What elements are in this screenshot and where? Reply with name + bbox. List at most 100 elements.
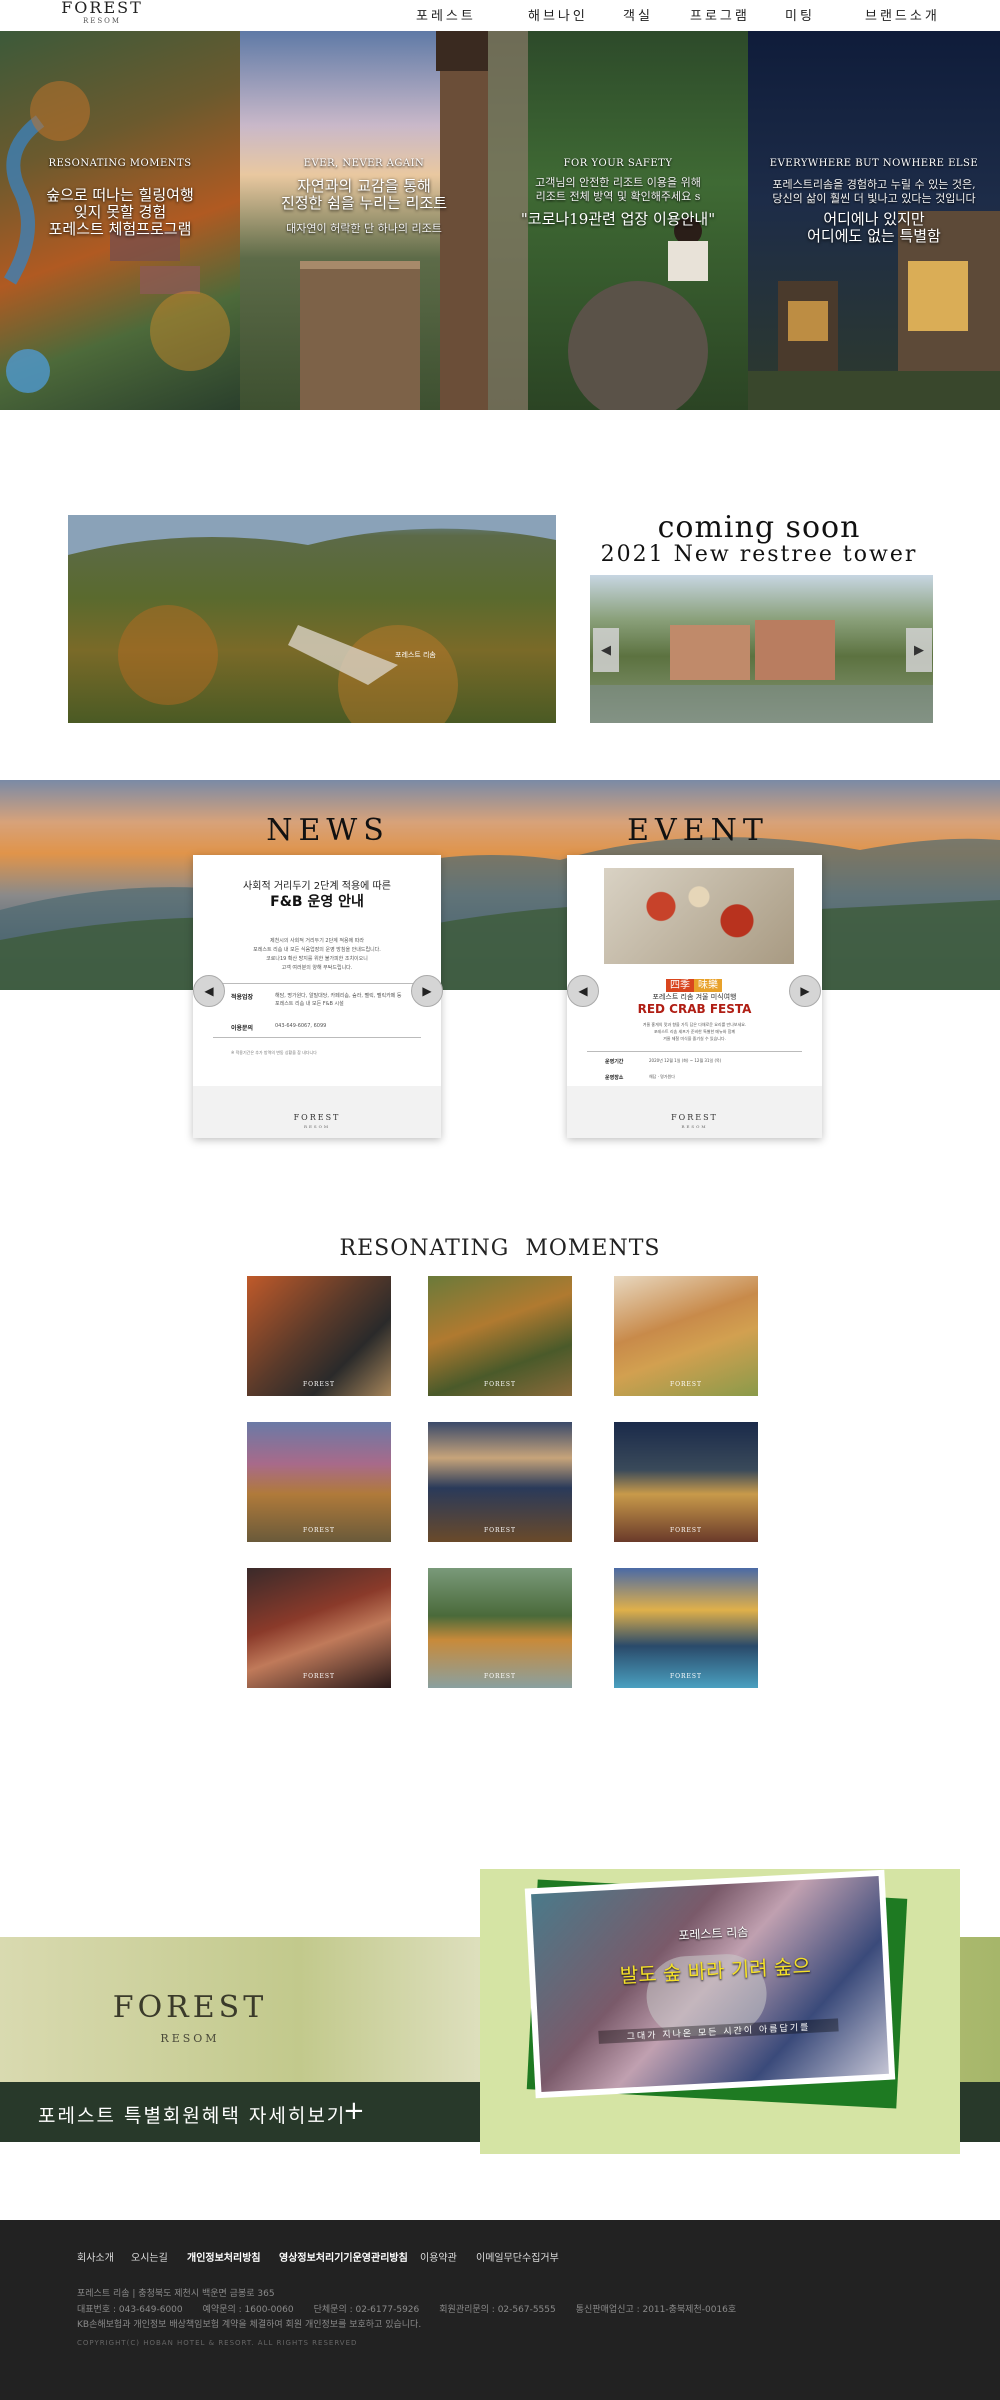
- news-card-divider-2: [213, 1037, 421, 1038]
- footer-link-directions[interactable]: 오시는길: [131, 2249, 168, 2264]
- moment-thumb-label: FOREST: [483, 1527, 517, 1534]
- plus-icon[interactable]: +: [343, 2096, 365, 2126]
- moment-thumb-5[interactable]: FOREST: [428, 1422, 572, 1542]
- nav-brand[interactable]: 브랜드소개: [865, 5, 940, 24]
- event-badge-right: 味樂: [694, 979, 722, 992]
- logo-subtext: RESOM: [82, 17, 122, 25]
- event-card[interactable]: 四季 味樂 포레스트 리솜 겨울 미식여행 RED CRAB FESTA 겨울 홍…: [567, 855, 822, 1138]
- new-tower-image[interactable]: [590, 575, 933, 723]
- moment-thumb-8[interactable]: FOREST: [428, 1568, 572, 1688]
- event-card-logo-sub: RESOM: [681, 1124, 708, 1129]
- moment-thumb-label: FOREST: [669, 1673, 703, 1680]
- hero-3-sub: 고객님의 안전한 리조트 이용을 위해 리조트 전체 방역 및 확인해주세요 s: [535, 176, 701, 203]
- site-logo[interactable]: FOREST RESOM: [60, 0, 144, 26]
- nav-rooms[interactable]: 객실: [623, 5, 653, 24]
- moment-thumb-7[interactable]: FOREST: [247, 1568, 391, 1688]
- moment-thumb-6[interactable]: FOREST: [614, 1422, 758, 1542]
- news-card-title: F&B 운영 안내: [270, 894, 364, 910]
- event-card-divider: [587, 1051, 802, 1052]
- event-card-footer: [567, 1086, 822, 1138]
- event-badge: 四季 味樂: [629, 973, 759, 992]
- member-cta-text[interactable]: 포레스트 특별회원혜택 자세히보기: [38, 2101, 346, 2128]
- nav-programs[interactable]: 프로그램: [690, 5, 750, 24]
- news-card-logo-sub: RESOM: [303, 1124, 331, 1129]
- nav-forest[interactable]: 포레스트: [416, 5, 476, 24]
- moment-thumb-1[interactable]: FOREST: [247, 1276, 391, 1396]
- moment-thumb-2[interactable]: FOREST: [428, 1276, 572, 1396]
- moment-thumb-label: FOREST: [669, 1381, 703, 1388]
- news-card-body: 제천시의 사회적 거리두기 2단계 적용에 따라 포레스트 리솜 내 모든 식음…: [253, 938, 381, 971]
- moment-thumb-4[interactable]: FOREST: [247, 1422, 391, 1542]
- member-logo: FOREST: [112, 1990, 268, 2025]
- news-card-heading: 사회적 거리두기 2단계 적용에 따른: [243, 881, 391, 892]
- footer-line-2: 대표번호 : 043-649-6000 예약문의 : 1600-0060 단체문…: [77, 2305, 737, 2315]
- footer-link-about[interactable]: 회사소개: [77, 2249, 114, 2264]
- hero-4-eyebrow: EVERYWHERE BUT NOWHERE ELSE: [769, 158, 979, 169]
- chevron-left-icon: ◀: [578, 984, 588, 998]
- nav-have-nine[interactable]: 해브나인: [528, 5, 588, 24]
- aerial-caption: 포레스트 리솜: [395, 651, 436, 659]
- event-card-title: RED CRAB FESTA: [637, 1002, 752, 1016]
- news-card-divider: [213, 983, 421, 984]
- coming-soon-title: coming soon: [657, 510, 861, 545]
- event-prev-button[interactable]: ◀: [567, 975, 599, 1007]
- news-row2-label: 이용문의: [231, 1025, 254, 1032]
- event-next-button[interactable]: ▶: [789, 975, 821, 1007]
- footer-link-cctv[interactable]: 영상정보처리기기운영관리방침: [279, 2249, 408, 2264]
- logo-text: FOREST: [61, 0, 143, 17]
- news-note: ※ 적용기간은 추가 방역의 변동 상황을 참 내다니다: [231, 1050, 317, 1055]
- hero-2-title: 자연과의 교감을 통해 진정한 쉼을 누리는 리조트: [280, 177, 448, 212]
- moment-thumb-label: FOREST: [302, 1527, 336, 1534]
- moment-thumb-label: FOREST: [483, 1381, 517, 1388]
- hero-2-sub: 대자연이 허락한 단 하나의 리조트: [286, 222, 442, 235]
- event-title: EVENT: [627, 813, 769, 848]
- news-row2-value: 043-649-6067, 6099: [275, 1023, 327, 1029]
- event-row2-label: 운영장소: [605, 1075, 624, 1081]
- footer-link-terms[interactable]: 이용약관: [420, 2249, 457, 2264]
- band-mountains: [0, 837, 1000, 990]
- hero-4-sub: 포레스트리솜을 경험하고 누릴 수 있는 것은, 당신의 삶이 훨씬 더 빛나고…: [772, 178, 976, 205]
- chevron-right-icon: ▶: [422, 984, 432, 998]
- hero-panel-3[interactable]: FOR YOUR SAFETY 고객님의 안전한 리조트 이용을 위해 리조트 …: [488, 31, 748, 410]
- event-food-image: [604, 868, 794, 964]
- news-card-footer: [193, 1086, 441, 1138]
- news-next-button[interactable]: ▶: [411, 975, 443, 1007]
- chevron-left-icon: ◀: [204, 984, 214, 998]
- moments-title: RESONATING MOMENTS: [339, 1236, 661, 1261]
- tower-art: [590, 620, 933, 723]
- moment-thumb-label: FOREST: [483, 1673, 517, 1680]
- event-row1-label: 운영기간: [605, 1059, 624, 1065]
- footer-line-1: 포레스트 리솜 | 충청북도 제천시 백운면 금봉로 365: [77, 2289, 275, 2299]
- footer-link-privacy[interactable]: 개인정보처리방침: [187, 2249, 261, 2264]
- event-subtitle: 포레스트 리솜 겨울 미식여행: [652, 993, 737, 1001]
- aerial-resort-image[interactable]: 포레스트 리솜: [68, 515, 556, 723]
- moment-thumb-9[interactable]: FOREST: [614, 1568, 758, 1688]
- news-card[interactable]: 사회적 거리두기 2단계 적용에 따른 F&B 운영 안내 제천시의 사회적 거…: [193, 855, 441, 1138]
- hero-3-title: "코로나19관련 업장 이용안내": [520, 210, 716, 228]
- tower-prev-button[interactable]: ◀: [593, 628, 619, 672]
- moment-thumb-label: FOREST: [302, 1381, 336, 1388]
- event-card-logo: FOREST: [671, 1113, 718, 1122]
- chevron-right-icon: ▶: [800, 984, 810, 998]
- footer-link-email[interactable]: 이메일무단수집거부: [476, 2249, 559, 2264]
- hero-4-title: 어디에나 있지만 어디에도 없는 특별함: [807, 210, 941, 245]
- footer-copyright: COPYRIGHT(C) HOBAN HOTEL & RESORT. ALL R…: [77, 2339, 358, 2347]
- hero-1-eyebrow: RESONATING MOMENTS: [48, 158, 192, 169]
- news-card-logo: FOREST: [293, 1113, 341, 1122]
- event-row1-value: 2020년 12월 1일 (화) ~ 12월 31일 (목): [649, 1058, 722, 1063]
- hero-2-art: [300, 31, 488, 410]
- event-card-body: 겨울 홍게의 맛과 향을 가득 담은 다채로운 요리를 만나보세요. 포레스트 …: [642, 1022, 747, 1041]
- moment-thumb-3[interactable]: FOREST: [614, 1276, 758, 1396]
- hero-panel-1[interactable]: RESONATING MOMENTS 숲으로 떠나는 힐링여행 잊지 못할 경험…: [0, 31, 240, 410]
- member-photo-title: 포레스트 리솜: [678, 1924, 749, 1943]
- member-photo-frame[interactable]: 포레스트 리솜 발도 숲 바라 기려 숲으 그대가 지나온 모든 시간이 아름답…: [480, 1869, 960, 2154]
- nav-meeting[interactable]: 미팅: [785, 5, 815, 24]
- news-prev-button[interactable]: ◀: [193, 975, 225, 1007]
- hero-panel-4[interactable]: EVERYWHERE BUT NOWHERE ELSE 포레스트리솜을 경험하고…: [748, 31, 1000, 410]
- news-row1-value: 해담, 명가원다, 알밀대당, 카페리솜, 숲라, 펠릭, 펠릭카페 등 포레스…: [275, 993, 402, 1007]
- hero-1-title: 숲으로 떠나는 힐링여행 잊지 못할 경험 포레스트 체험프로그램: [46, 186, 194, 238]
- tower-next-button[interactable]: ▶: [906, 628, 932, 672]
- moment-thumb-label: FOREST: [669, 1527, 703, 1534]
- hero-panel-2[interactable]: EVER, NEVER AGAIN 자연과의 교감을 통해 진정한 쉼을 누리는…: [240, 31, 488, 410]
- member-photo: 포레스트 리솜 발도 숲 바라 기려 숲으 그대가 지나온 모든 시간이 아름답…: [524, 1869, 896, 2099]
